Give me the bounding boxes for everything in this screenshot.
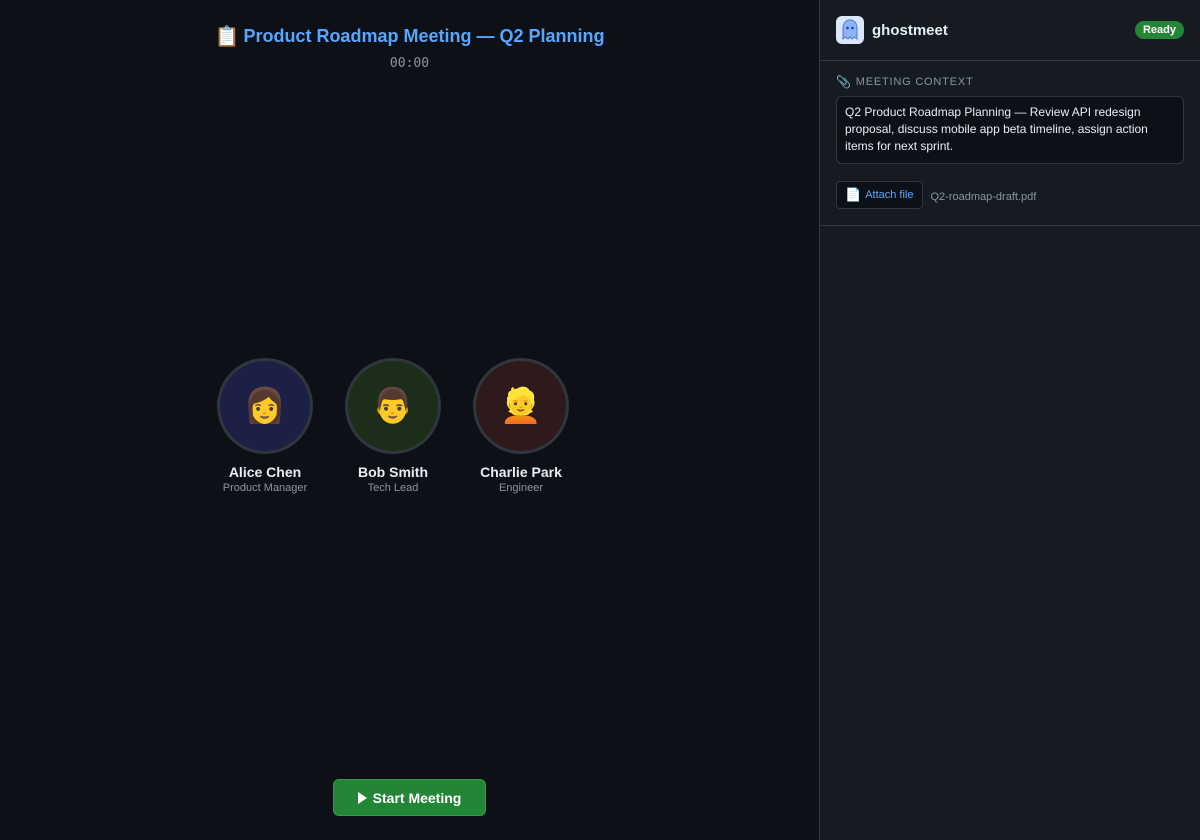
ghost-logo-icon — [836, 16, 864, 44]
meeting-context-input[interactable]: Q2 Product Roadmap Planning — Review API… — [836, 96, 1184, 164]
meeting-timer: 00:00 — [389, 55, 430, 71]
clipboard-icon: 📋 — [214, 25, 240, 48]
participant-card: 👩 Alice Chen Product Manager — [217, 358, 313, 494]
meeting-title: 📋 Product Roadmap Meeting — Q2 Planning — [215, 26, 605, 47]
participant-name: Charlie Park — [480, 464, 562, 480]
start-meeting-button[interactable]: Start Meeting — [333, 779, 486, 816]
participant-name: Alice Chen — [228, 464, 302, 480]
attach-row: 📄 Attach file Q2-roadmap-draft.pdf — [836, 181, 1184, 209]
participant-card: 👨 Bob Smith Tech Lead — [345, 358, 441, 494]
participant-role: Product Manager — [222, 482, 308, 494]
panel-header: ghostmeet Ready — [820, 0, 1200, 61]
meeting-header: 📋 Product Roadmap Meeting — Q2 Planning … — [0, 26, 819, 71]
play-icon — [357, 791, 367, 804]
start-meeting-label: Start Meeting — [372, 789, 462, 806]
meeting-title-text: Product Roadmap Meeting — Q2 Planning — [243, 26, 605, 46]
attached-file-name: Q2-roadmap-draft.pdf — [930, 191, 1037, 203]
paperclip-icon: 📎 — [836, 75, 852, 89]
participant-role: Engineer — [498, 482, 544, 494]
file-icon: 📄 — [845, 187, 862, 202]
avatar: 👱 — [473, 358, 569, 454]
attach-file-button[interactable]: 📄 Attach file — [836, 181, 923, 209]
meeting-context-label-text: Meeting Context — [855, 76, 974, 88]
brand-name: ghostmeet — [872, 21, 948, 39]
status-badge: Ready — [1134, 21, 1184, 39]
meeting-context-label: 📎 Meeting Context — [836, 75, 1184, 89]
participant-role: Tech Lead — [367, 482, 419, 494]
avatar: 👩 — [217, 358, 313, 454]
participant-name: Bob Smith — [358, 464, 428, 480]
side-panel: ghostmeet Ready 📎 Meeting Context Q2 Pro… — [819, 0, 1200, 840]
participants-list: 👩 Alice Chen Product Manager 👨 Bob Smith… — [217, 358, 569, 494]
meeting-stage: 📋 Product Roadmap Meeting — Q2 Planning … — [0, 0, 819, 840]
attach-file-label: Attach file — [865, 189, 914, 201]
meeting-context-section: 📎 Meeting Context Q2 Product Roadmap Pla… — [820, 61, 1200, 226]
participant-card: 👱 Charlie Park Engineer — [473, 358, 569, 494]
app-window: 📋 Product Roadmap Meeting — Q2 Planning … — [0, 0, 1200, 840]
avatar: 👨 — [345, 358, 441, 454]
